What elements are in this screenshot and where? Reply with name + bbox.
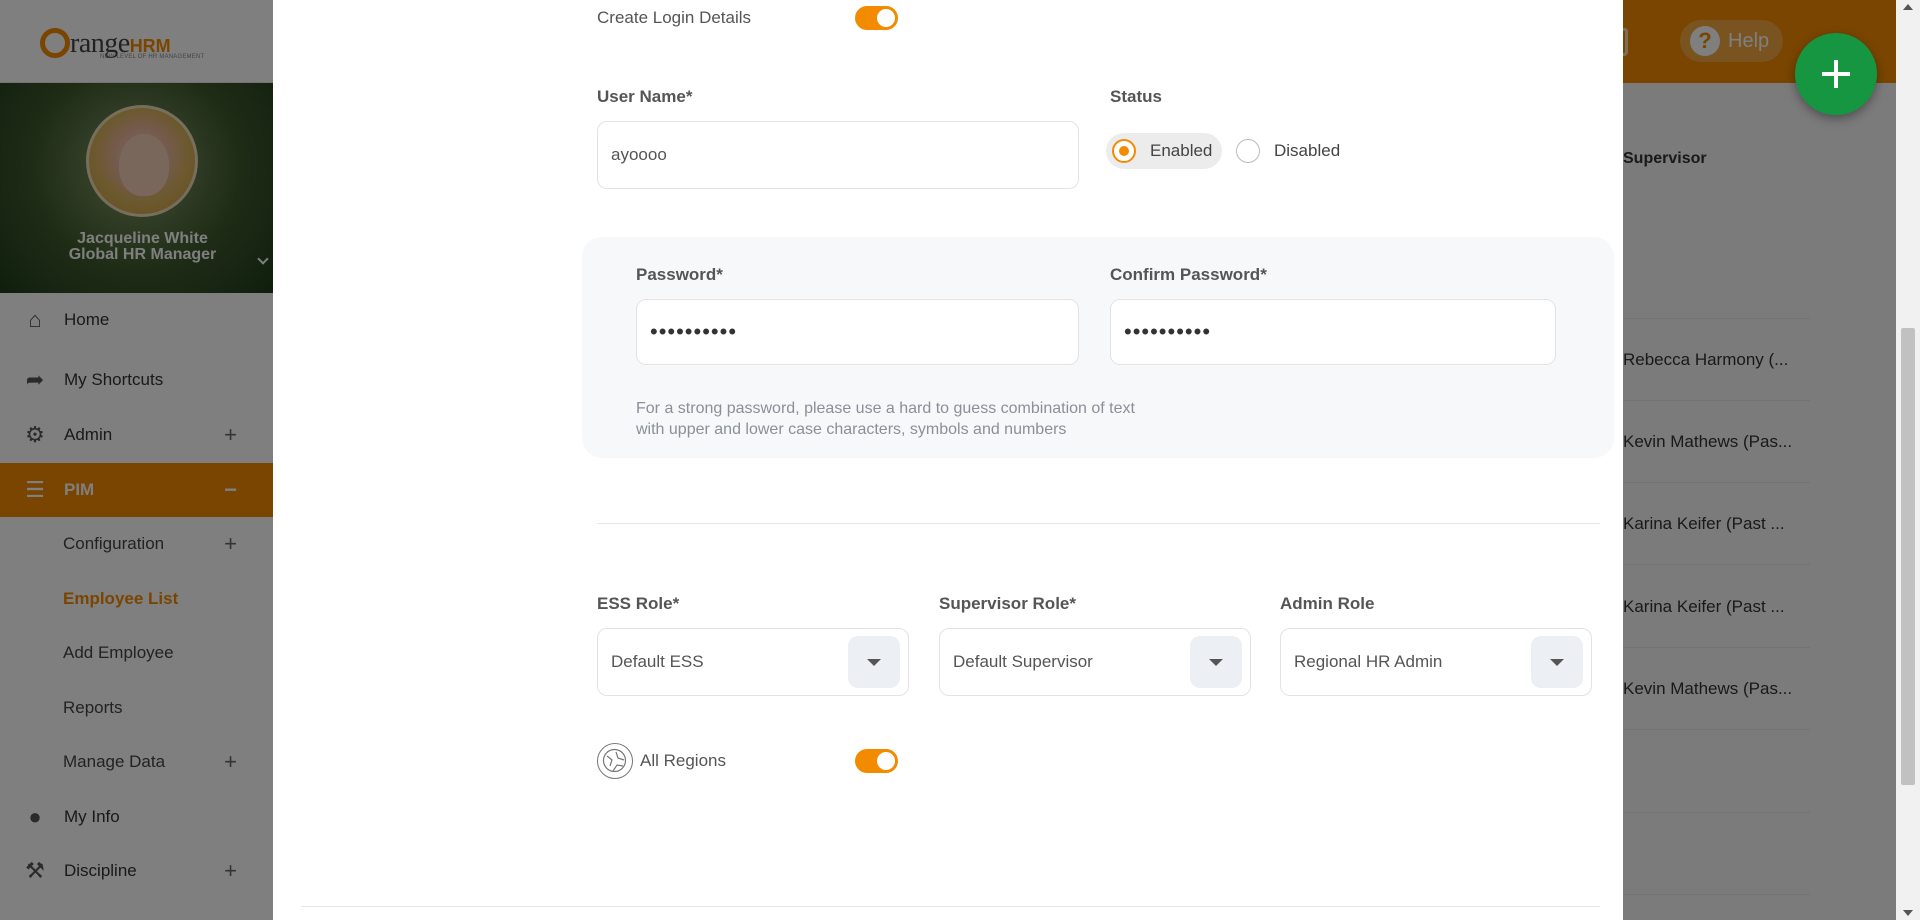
radio-selected-icon	[1112, 139, 1136, 163]
scroll-up-icon[interactable]	[1903, 4, 1913, 10]
scrollbar-thumb[interactable]	[1901, 328, 1915, 785]
ess-role-value: Default ESS	[611, 652, 704, 671]
password-label: Password*	[636, 265, 723, 284]
create-login-label: Create Login Details	[597, 8, 752, 27]
username-input[interactable]: ayoooo	[597, 121, 1079, 189]
status-enabled-radio[interactable]: Enabled	[1106, 133, 1223, 169]
status-enabled-label: Enabled	[1150, 141, 1213, 160]
confirm-password-label: Confirm Password*	[1110, 265, 1267, 284]
supervisor-role-value: Default Supervisor	[953, 652, 1093, 671]
divider	[597, 523, 1600, 524]
all-regions-toggle[interactable]	[855, 749, 898, 773]
admin-role-label: Admin Role	[1280, 594, 1375, 613]
username-label: User Name*	[597, 87, 693, 106]
add-button[interactable]	[1795, 33, 1877, 115]
dropdown-arrow-icon[interactable]	[1190, 636, 1242, 688]
ess-role-label: ESS Role*	[597, 594, 680, 613]
regions-icon	[597, 743, 633, 779]
password-hint-line2: with upper and lower case characters, sy…	[636, 421, 1067, 438]
status-label: Status	[1110, 87, 1162, 106]
ess-role-select[interactable]: Default ESS	[597, 628, 909, 696]
add-employee-modal: Create Login Details User Name* ayoooo S…	[273, 0, 1623, 920]
scroll-down-icon[interactable]	[1903, 910, 1913, 916]
admin-role-select[interactable]: Regional HR Admin	[1280, 628, 1592, 696]
dropdown-arrow-icon[interactable]	[1531, 636, 1583, 688]
create-login-toggle[interactable]	[855, 6, 898, 30]
admin-role-value: Regional HR Admin	[1294, 652, 1443, 671]
scrollbar[interactable]	[1896, 0, 1920, 920]
divider	[301, 906, 1600, 907]
status-disabled-label: Disabled	[1274, 141, 1341, 160]
supervisor-role-select[interactable]: Default Supervisor	[939, 628, 1251, 696]
password-hint: For a strong password, please use a hard…	[636, 400, 1135, 417]
status-disabled-radio[interactable]: Disabled	[1230, 133, 1350, 169]
dropdown-arrow-icon[interactable]	[848, 636, 900, 688]
all-regions-label: All Regions	[640, 751, 726, 770]
supervisor-role-label: Supervisor Role*	[939, 594, 1076, 613]
radio-unselected-icon	[1236, 139, 1260, 163]
password-input[interactable]: ••••••••••	[636, 299, 1079, 365]
confirm-password-input[interactable]: ••••••••••	[1110, 299, 1556, 365]
